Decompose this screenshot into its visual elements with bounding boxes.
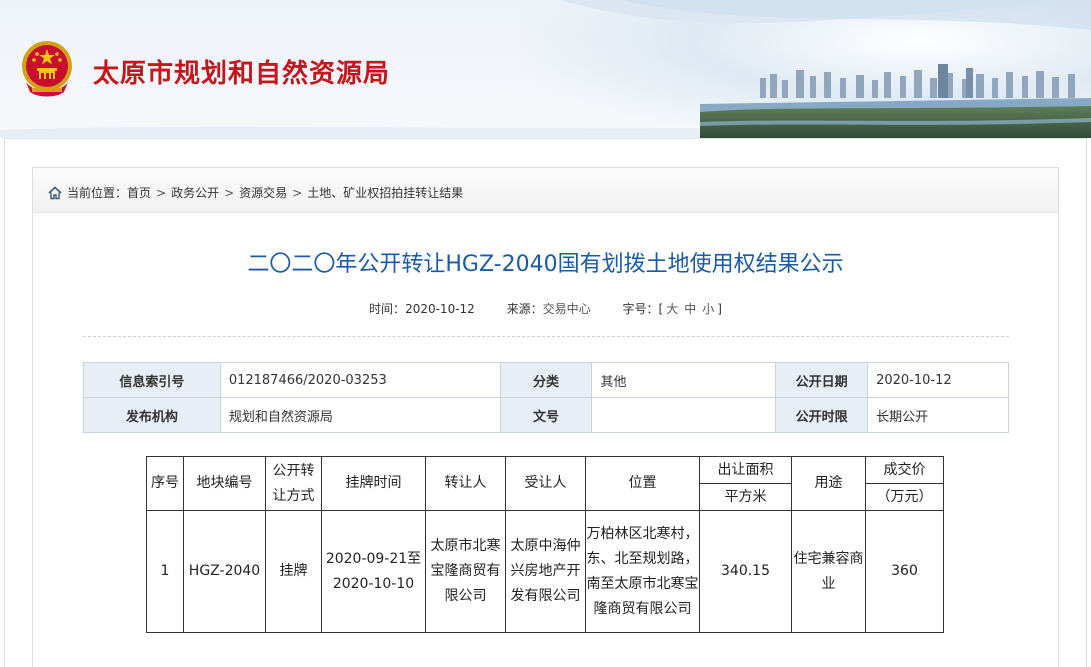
info-row: 信息索引号 012187466/2020-03253 分类 其他 公开日期 20… bbox=[83, 362, 1009, 398]
document-number-label: 文号 bbox=[499, 397, 593, 433]
document-number-value bbox=[591, 397, 777, 433]
breadcrumb-link-gov-affairs[interactable]: 政务公开 bbox=[171, 184, 219, 201]
disclosure-period-value: 长期公开 bbox=[867, 397, 1009, 433]
index-label: 信息索引号 bbox=[83, 362, 221, 398]
publisher-value: 规划和自然资源局 bbox=[219, 397, 501, 433]
meta-source: 来源：交易中心 bbox=[506, 302, 591, 316]
publish-time: 2020-10-12 bbox=[405, 302, 475, 316]
header-area-unit: 平方米 bbox=[699, 483, 792, 511]
article-title: 二〇二〇年公开转让HGZ-2040国有划拨土地使用权结果公示 bbox=[247, 252, 844, 277]
breadcrumb-separator: > bbox=[156, 185, 167, 200]
header-area: 出让面积 bbox=[699, 456, 792, 484]
cell-listing-time: 2020-09-21至 2020-10-10 bbox=[321, 510, 426, 633]
publish-date-label: 公开日期 bbox=[775, 362, 869, 398]
transfer-result-table: 序号 地块编号 公开转 让方式 挂牌时间 转让人 受让人 位置 出让面积 用途 成… bbox=[146, 456, 944, 633]
font-size-large-button[interactable]: 大 bbox=[666, 302, 678, 316]
publish-date-value: 2020-10-12 bbox=[867, 362, 1009, 398]
national-emblem-icon bbox=[22, 41, 72, 97]
header-price: 成交价 bbox=[865, 456, 944, 484]
header-seq: 序号 bbox=[146, 456, 184, 511]
header-transferor: 转让人 bbox=[425, 456, 506, 511]
cell-area: 340.15 bbox=[699, 510, 792, 633]
home-icon bbox=[48, 185, 62, 199]
cell-plot-number: HGZ-2040 bbox=[183, 510, 266, 633]
cell-location: 万柏林区北寒村， 东、北至规划路， 南至太原市北寒宝 隆商贸有限公司 bbox=[585, 510, 700, 633]
breadcrumb-separator: > bbox=[292, 185, 303, 200]
breadcrumb-link-resource-trading[interactable]: 资源交易 bbox=[239, 184, 287, 201]
category-value: 其他 bbox=[591, 362, 777, 398]
cell-transferor: 太原市北寒 宝隆商贸有 限公司 bbox=[425, 510, 506, 633]
header-usage: 用途 bbox=[791, 456, 866, 511]
cell-seq: 1 bbox=[146, 510, 184, 633]
breadcrumb-link-transfer-results[interactable]: 土地、矿业权招拍挂转让结果 bbox=[307, 184, 463, 201]
header-location: 位置 bbox=[585, 456, 700, 511]
header-transferee: 受让人 bbox=[505, 456, 586, 511]
header-banner: 太原市规划和自然资源局 bbox=[0, 0, 1091, 138]
cell-usage: 住宅兼容商业 bbox=[791, 510, 866, 633]
disclosure-period-label: 公开时限 bbox=[775, 397, 869, 433]
site-title[interactable]: 太原市规划和自然资源局 bbox=[93, 53, 390, 90]
publisher-label: 发布机构 bbox=[83, 397, 221, 433]
table-header-row: 序号 地块编号 公开转 让方式 挂牌时间 转让人 受让人 位置 出让面积 用途 成… bbox=[146, 456, 944, 511]
article-meta: 时间：2020-10-12 来源：交易中心 字号：[大中小] bbox=[0, 300, 1091, 317]
header-price-unit: （万元） bbox=[865, 483, 944, 511]
divider bbox=[83, 336, 1009, 337]
table-row: 1 HGZ-2040 挂牌 2020-09-21至 2020-10-10 太原市北… bbox=[146, 510, 944, 633]
breadcrumb: 当前位置： 首页 > 政务公开 > 资源交易 > 土地、矿业权招拍挂转让结果 bbox=[48, 184, 463, 201]
meta-time: 时间：2020-10-12 bbox=[369, 302, 475, 316]
header-listing-time: 挂牌时间 bbox=[321, 456, 426, 511]
breadcrumb-separator: > bbox=[224, 185, 235, 200]
breadcrumb-link-home[interactable]: 首页 bbox=[127, 184, 151, 201]
cell-price: 360 bbox=[865, 510, 944, 633]
font-size-small-button[interactable]: 小 bbox=[702, 302, 714, 316]
cell-transferee: 太原中海仲 兴房地产开 发有限公司 bbox=[505, 510, 586, 633]
info-row: 发布机构 规划和自然资源局 文号 公开时限 长期公开 bbox=[83, 397, 1009, 433]
category-label: 分类 bbox=[499, 362, 593, 398]
cell-transfer-method: 挂牌 bbox=[265, 510, 322, 633]
font-size-medium-button[interactable]: 中 bbox=[684, 302, 696, 316]
meta-font-size: 字号：[大中小] bbox=[622, 302, 722, 316]
header-transfer-method: 公开转 让方式 bbox=[265, 456, 322, 511]
index-value: 012187466/2020-03253 bbox=[219, 362, 501, 398]
source-value: 交易中心 bbox=[542, 302, 591, 316]
breadcrumb-prefix: 当前位置： bbox=[67, 186, 128, 200]
document-info-table: 信息索引号 012187466/2020-03253 分类 其他 公开日期 20… bbox=[83, 362, 1009, 433]
city-skyline-image bbox=[700, 64, 1091, 138]
header-plot-number: 地块编号 bbox=[183, 456, 266, 511]
